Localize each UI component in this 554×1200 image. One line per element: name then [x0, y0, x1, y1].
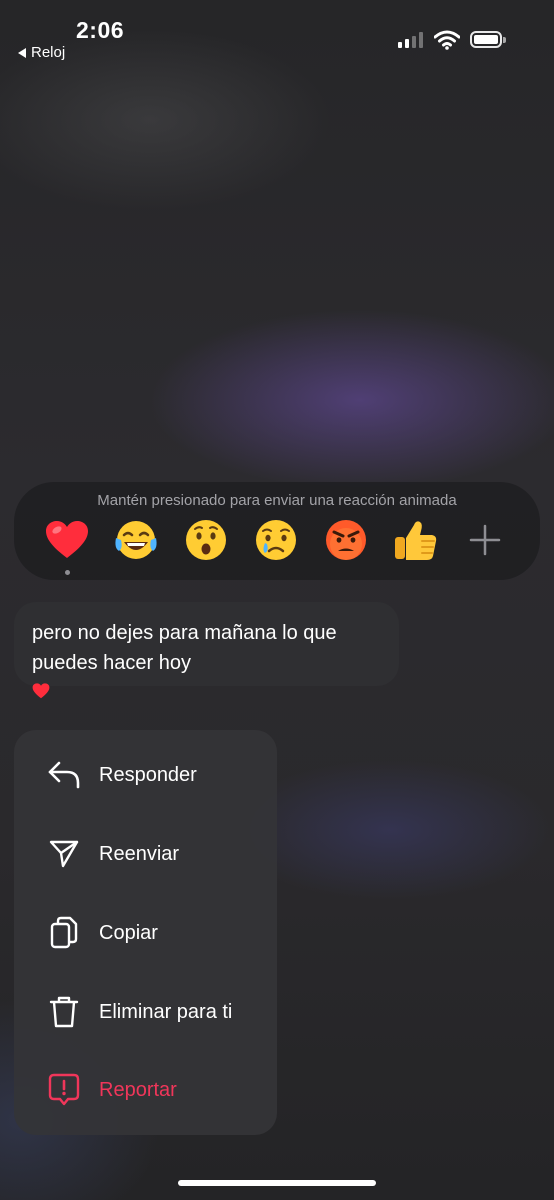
message-context-menu: Responder Reenviar Copiar Eliminar para …	[14, 730, 277, 1135]
message-bubble[interactable]: pero no dejes para mañana lo que puedes …	[14, 602, 399, 686]
home-indicator[interactable]	[178, 1180, 376, 1186]
status-bar: 2:06 Reloj	[0, 0, 554, 70]
message-heart-reaction-icon[interactable]	[32, 683, 50, 704]
reaction-tears-of-joy-icon[interactable]	[112, 516, 160, 564]
menu-item-delete-for-you[interactable]: Eliminar para ti	[14, 977, 277, 1047]
menu-item-label: Reenviar	[99, 842, 180, 865]
reaction-bar: Mantén presionado para enviar una reacci…	[14, 482, 540, 580]
reaction-crying-icon[interactable]	[252, 516, 300, 564]
menu-item-label: Copiar	[99, 921, 158, 944]
reply-icon	[46, 757, 82, 793]
reaction-surprised-icon[interactable]	[182, 516, 230, 564]
menu-item-label: Eliminar para ti	[99, 1000, 233, 1023]
message-text: pero no dejes para mañana lo que puedes …	[32, 622, 337, 674]
menu-item-copy[interactable]: Copiar	[14, 898, 277, 968]
trash-icon	[46, 994, 82, 1030]
battery-icon	[470, 31, 506, 48]
send-icon	[46, 836, 82, 872]
menu-item-label: Reportar	[99, 1078, 177, 1101]
reaction-angry-icon[interactable]	[322, 516, 370, 564]
back-arrow-icon	[18, 47, 26, 58]
reaction-heart-icon[interactable]	[43, 516, 91, 564]
plus-icon	[469, 524, 501, 556]
menu-item-report[interactable]: Reportar	[14, 1055, 277, 1125]
menu-item-forward[interactable]: Reenviar	[14, 819, 277, 889]
reaction-hint: Mantén presionado para enviar una reacci…	[97, 492, 457, 509]
reaction-thumbs-up-icon[interactable]	[391, 516, 439, 564]
back-app-label: Reloj	[31, 44, 66, 61]
status-time: 2:06	[76, 17, 125, 43]
menu-item-reply[interactable]: Responder	[14, 740, 277, 810]
menu-item-label: Responder	[99, 763, 197, 786]
cellular-signal-icon	[398, 32, 423, 48]
add-reaction-button[interactable]	[461, 516, 509, 564]
wifi-icon	[434, 30, 460, 50]
selected-reaction-indicator	[65, 570, 70, 575]
back-to-app-link[interactable]: Reloj	[18, 44, 65, 61]
report-icon	[46, 1072, 82, 1108]
copy-icon	[46, 915, 82, 951]
